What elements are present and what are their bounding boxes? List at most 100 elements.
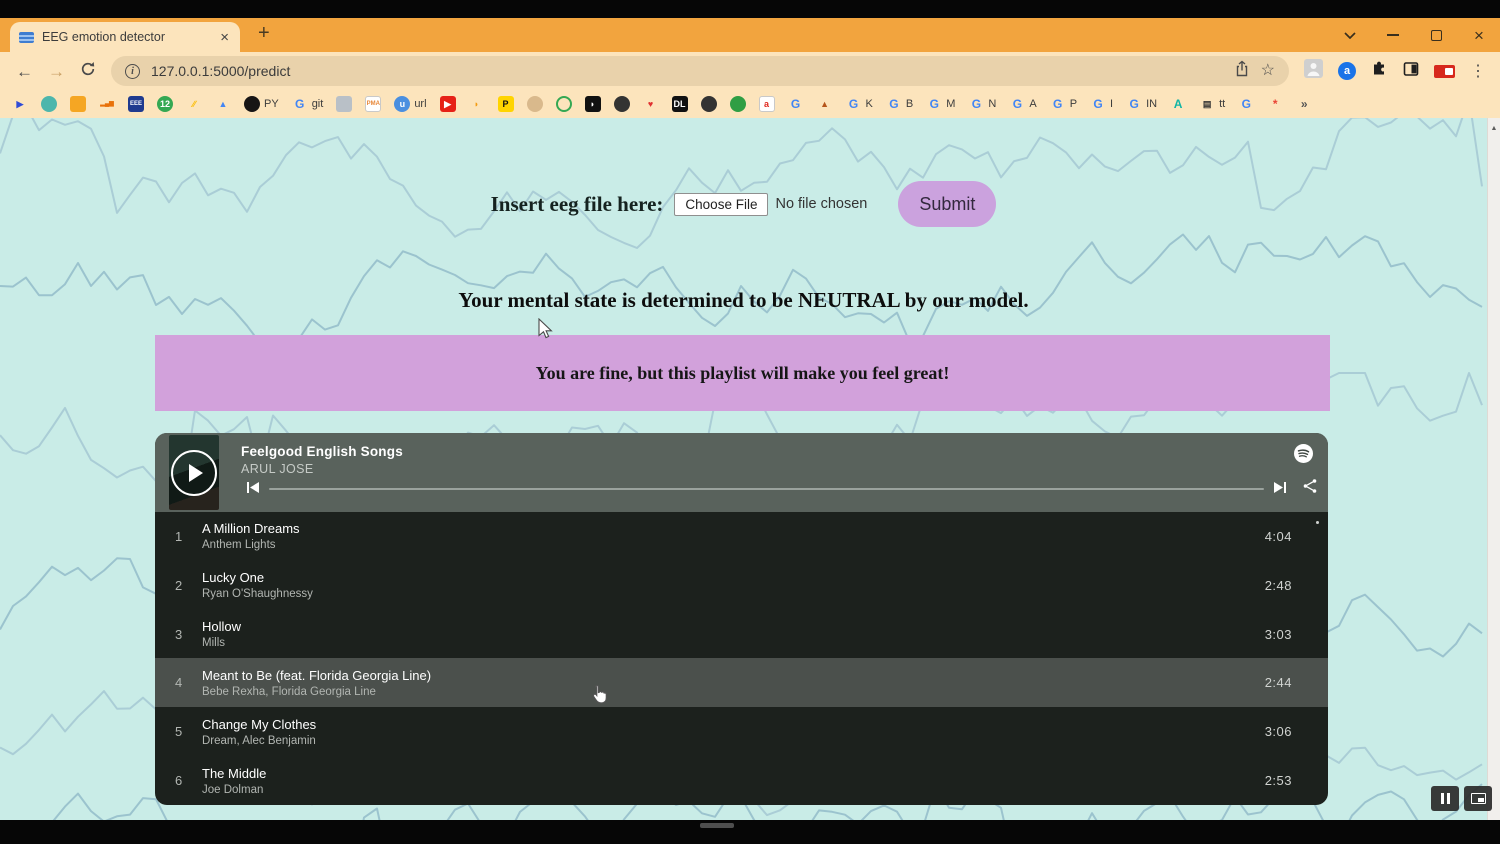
bookmark-youtube[interactable]: ▶ [440,96,456,112]
back-button[interactable]: ← [16,63,33,80]
track-text: A Million Dreams Anthem Lights [202,521,1265,551]
bookmark-g-plain-1[interactable]: G [788,96,804,112]
share-playlist-icon[interactable] [1302,478,1318,499]
reading-mode-icon[interactable] [1403,61,1419,82]
bookmark-g-a[interactable]: GA [1009,96,1036,112]
bookmark-google-ads[interactable]: ∕∕ [186,96,202,112]
new-tab-button[interactable]: + [258,23,270,43]
track-number: 2 [175,578,202,593]
video-pause-button[interactable] [1431,786,1459,811]
bookmark-aa-teal[interactable]: A [1170,96,1186,112]
track-duration: 2:48 [1265,578,1292,593]
bookmark-teal-circle[interactable] [41,96,57,112]
bookmark-adsense[interactable]: ▲ [215,96,231,112]
window-maximize-button[interactable] [1429,28,1443,42]
extension-red-icon[interactable] [1434,65,1455,78]
bookmark-airtel[interactable]: a [759,96,775,112]
track-artist: Ryan O'Shaughnessy [202,588,1265,600]
bookmark-g-m[interactable]: GM [926,96,955,112]
submit-button[interactable]: Submit [898,181,996,227]
window-controls: × [1343,18,1486,52]
video-pip-button[interactable] [1464,786,1492,811]
site-info-icon[interactable]: i [125,64,140,79]
bookmark-arrow[interactable]: ▶ [12,96,28,112]
bookmark-green-ring[interactable] [556,96,572,112]
share-icon[interactable] [1234,60,1250,82]
bookmark-analytics[interactable]: ▂▄▆ [99,96,115,112]
browser-menu-button[interactable]: ⋮ [1470,61,1486,81]
page-scrollbar[interactable]: ▲ [1487,118,1500,820]
bookmark-dl-icon: DL [672,96,688,112]
bookmark-globe-dark-1-icon [614,96,630,112]
bookmark-gray-tool[interactable] [336,96,352,112]
track-title: Lucky One [202,570,1265,585]
extensions-puzzle-icon[interactable] [1371,60,1388,82]
bookmark-globe-dark-1[interactable] [614,96,630,112]
bookmark-p-yellow[interactable]: P [498,96,514,112]
bookmark-flame[interactable]: ▲ [817,96,833,112]
track-row-2[interactable]: 2 Lucky One Ryan O'Shaughnessy 2:48 [155,561,1328,610]
bookmark-g-git-label: git [312,98,324,110]
bookmark-printer[interactable]: ▤tt [1199,96,1225,112]
tab-eeg-emotion-detector[interactable]: EEG emotion detector × [10,22,240,52]
track-row-4[interactable]: 4 Meant to Be (feat. Florida Georgia Lin… [155,658,1328,707]
bookmark-overflow[interactable]: » [1296,96,1312,112]
mood-banner: You are fine, but this playlist will mak… [155,335,1330,411]
choose-file-button[interactable]: Choose File [674,193,768,216]
bookmark-g-b-label: B [906,98,913,110]
extension-blue-icon[interactable]: a [1338,62,1356,80]
bookmark-github[interactable]: PY [244,96,279,112]
scrollbar-up-icon[interactable]: ▲ [1491,125,1498,132]
spotify-logo-icon[interactable] [1294,444,1313,468]
track-row-5[interactable]: 5 Change My Clothes Dream, Alec Benjamin… [155,707,1328,756]
bookmark-g-i[interactable]: GI [1090,96,1113,112]
bookmark-eee-icon: EEE [128,96,144,112]
bookmark-g-git[interactable]: Ggit [292,96,324,112]
reload-button[interactable] [80,61,96,82]
bookmark-g-git-icon: G [292,96,308,112]
bookmark-orange-wing[interactable]: ◗ [469,96,485,112]
bookmark-heart[interactable]: ♥ [643,96,659,112]
skip-next-icon[interactable] [1274,480,1286,498]
window-minimize-button[interactable] [1386,28,1400,42]
bookmark-bw-split[interactable]: ◗ [585,96,601,112]
bookmark-photos[interactable]: * [1267,96,1283,112]
tab-close-icon[interactable]: × [218,30,231,45]
bookmark-g-in[interactable]: GIN [1126,96,1157,112]
url-bar[interactable]: i 127.0.0.1:5000/predict ☆ [111,56,1289,86]
bookmark-g-p-icon: G [1050,96,1066,112]
play-button[interactable] [171,450,217,496]
track-artist: Dream, Alec Benjamin [202,735,1265,747]
bookmark-globe-dark-2[interactable] [701,96,717,112]
profile-avatar-icon[interactable] [1304,59,1323,83]
bookmark-face[interactable] [527,96,543,112]
bookmark-g-b[interactable]: GB [886,96,913,112]
url-text[interactable]: 127.0.0.1:5000/predict [151,63,1223,79]
page-content: Insert eeg file here: Choose File No fil… [0,118,1500,820]
bookmark-dl[interactable]: DL [672,96,688,112]
list-scroll-dot [1316,521,1319,524]
bookmark-g-plain-2[interactable]: G [1238,96,1254,112]
track-row-1[interactable]: 1 A Million Dreams Anthem Lights 4:04 [155,512,1328,561]
bookmark-g-k[interactable]: GK [846,96,873,112]
progress-bar[interactable] [269,488,1264,490]
track-title: Change My Clothes [202,717,1265,732]
bookmark-phpmyadmin[interactable]: PMA [365,96,381,112]
bookmark-url-shortener[interactable]: uurl [394,96,426,112]
bookmark-g-p[interactable]: GP [1050,96,1077,112]
bookmark-orange-box[interactable] [70,96,86,112]
bookmark-12-badge[interactable]: 12 [157,96,173,112]
bookmark-eee[interactable]: EEE [128,96,144,112]
playlist-owner[interactable]: ARUL JOSE [241,462,403,476]
track-row-6[interactable]: 6 The Middle Joe Dolman 2:53 [155,756,1328,805]
bookmark-globe-green[interactable] [730,96,746,112]
track-number: 4 [175,675,202,690]
bookmark-g-n[interactable]: GN [968,96,996,112]
track-row-3[interactable]: 3 Hollow Mills 3:03 [155,610,1328,659]
playlist-title[interactable]: Feelgood English Songs [241,444,403,459]
window-chevron-icon[interactable] [1343,28,1357,42]
window-close-button[interactable]: × [1472,28,1486,42]
forward-button[interactable]: → [48,63,65,80]
skip-back-icon[interactable] [247,480,259,498]
bookmark-star-icon[interactable]: ☆ [1261,63,1275,79]
